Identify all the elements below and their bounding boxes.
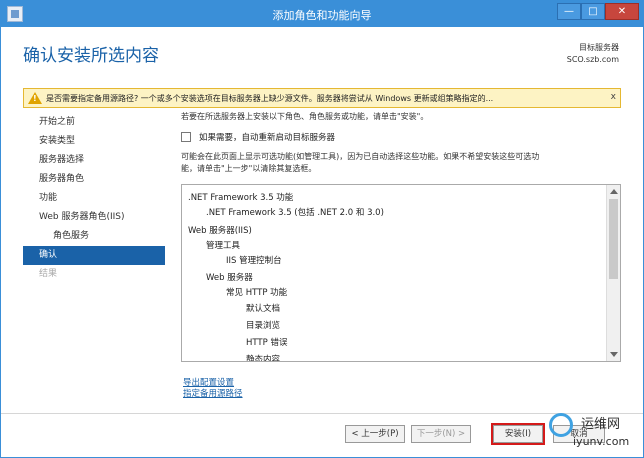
feature-item: HTTP 错误 bbox=[246, 338, 288, 348]
feature-item: 默认文档 bbox=[246, 304, 281, 314]
previous-button[interactable]: < 上一步(P) bbox=[345, 425, 405, 443]
minimize-button[interactable]: — bbox=[557, 3, 581, 20]
window-title: 添加角色和功能向导 bbox=[272, 9, 372, 22]
restart-checkbox[interactable] bbox=[181, 132, 191, 142]
close-button[interactable]: ✕ bbox=[605, 3, 639, 20]
intro-text: 若要在所选服务器上安装以下角色、角色服务或功能，请单击"安装"。 bbox=[181, 112, 429, 121]
title-bar: 添加角色和功能向导 — □ ✕ bbox=[1, 1, 643, 27]
selected-features-list[interactable]: .NET Framework 3.5 功能 .NET Framework 3.5… bbox=[181, 184, 621, 362]
scroll-up-icon[interactable] bbox=[610, 189, 618, 194]
feature-item: Web 服务器 bbox=[206, 273, 253, 283]
next-button: 下一步(N) > bbox=[411, 425, 471, 443]
target-server-label: 目标服务器 bbox=[579, 43, 619, 52]
step-results: 结果 bbox=[39, 269, 58, 279]
warning-close-icon[interactable]: x bbox=[611, 92, 616, 102]
feature-item: .NET Framework 3.5 (包括 .NET 2.0 和 3.0) bbox=[206, 208, 384, 218]
step-confirmation[interactable]: 确认 bbox=[23, 246, 165, 265]
step-server-roles[interactable]: 服务器角色 bbox=[23, 170, 165, 189]
step-installation-type[interactable]: 安装类型 bbox=[23, 132, 165, 151]
optional-features-note: 可能会在此页面上显示可选功能(如管理工具)，因为已自动选择这些功能。如果不希望安… bbox=[181, 152, 540, 161]
scroll-down-icon[interactable] bbox=[610, 352, 618, 357]
alternate-source-link[interactable]: 指定备用源路径 bbox=[183, 387, 243, 399]
feature-item: 常见 HTTP 功能 bbox=[226, 288, 288, 298]
optional-features-note-2: 能，请单击"上一步"以清除其复选框。 bbox=[181, 164, 317, 173]
wizard-window: 添加角色和功能向导 — □ ✕ 确认安装所选内容 目标服务器 SCO.szb.c… bbox=[0, 0, 644, 458]
wizard-steps-sidebar: 开始之前 安装类型 服务器选择 服务器角色 功能 Web 服务器角色(IIS) … bbox=[23, 113, 165, 284]
page-title: 确认安装所选内容 bbox=[23, 46, 159, 66]
list-scrollbar[interactable] bbox=[606, 185, 620, 361]
scroll-thumb[interactable] bbox=[609, 199, 618, 279]
step-role-services[interactable]: 角色服务 bbox=[23, 227, 165, 246]
watermark-text: 运维网 bbox=[581, 417, 621, 432]
feature-item: 管理工具 bbox=[206, 241, 241, 251]
restart-checkbox-label[interactable]: 如果需要，自动重新启动目标服务器 bbox=[199, 131, 335, 143]
step-web-server-role[interactable]: Web 服务器角色(IIS) bbox=[23, 208, 165, 227]
warning-icon: ! bbox=[28, 92, 42, 104]
watermark-logo-icon bbox=[549, 413, 573, 437]
feature-item: 静态内容 bbox=[246, 355, 281, 362]
feature-item: 目录浏览 bbox=[246, 321, 281, 331]
target-server-value: SCO.szb.com bbox=[566, 55, 619, 64]
watermark: 运维网 iyunv.com bbox=[547, 409, 643, 457]
step-server-selection[interactable]: 服务器选择 bbox=[23, 151, 165, 170]
step-features[interactable]: 功能 bbox=[23, 189, 165, 208]
watermark-url: iyunv.com bbox=[573, 435, 630, 448]
feature-item: .NET Framework 3.5 功能 bbox=[188, 193, 294, 203]
warning-bar[interactable]: ! 是否需要指定备用源路径? 一个或多个安装选项在目标服务器上缺少源文件。服务器… bbox=[23, 88, 621, 108]
install-button[interactable]: 安装(I) bbox=[491, 423, 545, 445]
step-before-you-begin[interactable]: 开始之前 bbox=[23, 113, 165, 132]
feature-item: IIS 管理控制台 bbox=[226, 256, 282, 266]
warning-text: 是否需要指定备用源路径? 一个或多个安装选项在目标服务器上缺少源文件。服务器将尝… bbox=[46, 94, 494, 103]
feature-item: Web 服务器(IIS) bbox=[188, 226, 252, 236]
maximize-button[interactable]: □ bbox=[581, 3, 605, 20]
